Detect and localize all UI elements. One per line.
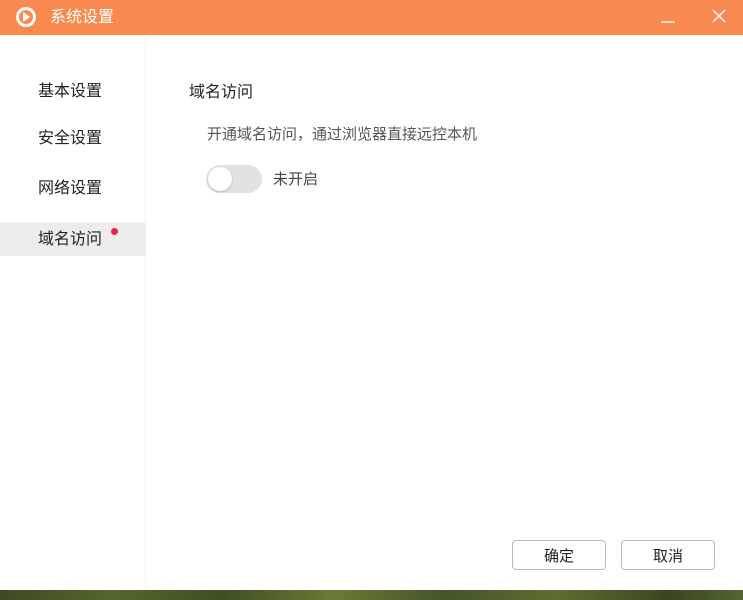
close-button[interactable] (699, 0, 739, 35)
domain-access-toggle[interactable] (206, 165, 262, 193)
toggle-knob (208, 167, 232, 191)
cancel-button[interactable]: 取消 (621, 540, 715, 570)
sidebar-item-label: 安全设置 (38, 128, 103, 147)
sidebar-item-domain-access[interactable]: 域名访问 (0, 222, 145, 256)
confirm-button[interactable]: 确定 (512, 540, 606, 570)
app-logo-icon (15, 6, 37, 28)
sidebar-item-security-settings[interactable]: 安全设置 (0, 121, 145, 155)
toggle-status-label: 未开启 (273, 170, 319, 188)
sidebar-item-label: 域名访问 (38, 229, 103, 248)
minimize-button[interactable] (648, 0, 688, 35)
sidebar-item-basic-settings[interactable]: 基本设置 (0, 74, 145, 108)
domain-access-description: 开通域名访问，通过浏览器直接远控本机 (207, 125, 478, 143)
desktop-background (0, 590, 743, 600)
sidebar-item-label: 网络设置 (38, 178, 103, 197)
settings-sidebar: 基本设置 安全设置 网络设置 域名访问 (0, 35, 146, 590)
window-title: 系统设置 (50, 7, 115, 26)
section-title: 域名访问 (189, 82, 254, 101)
close-icon (711, 8, 727, 28)
minimize-icon (660, 8, 676, 28)
title-bar: 系统设置 (0, 0, 743, 35)
sidebar-item-label: 基本设置 (38, 81, 103, 100)
notification-dot (111, 228, 118, 235)
sidebar-item-network-settings[interactable]: 网络设置 (0, 171, 145, 205)
